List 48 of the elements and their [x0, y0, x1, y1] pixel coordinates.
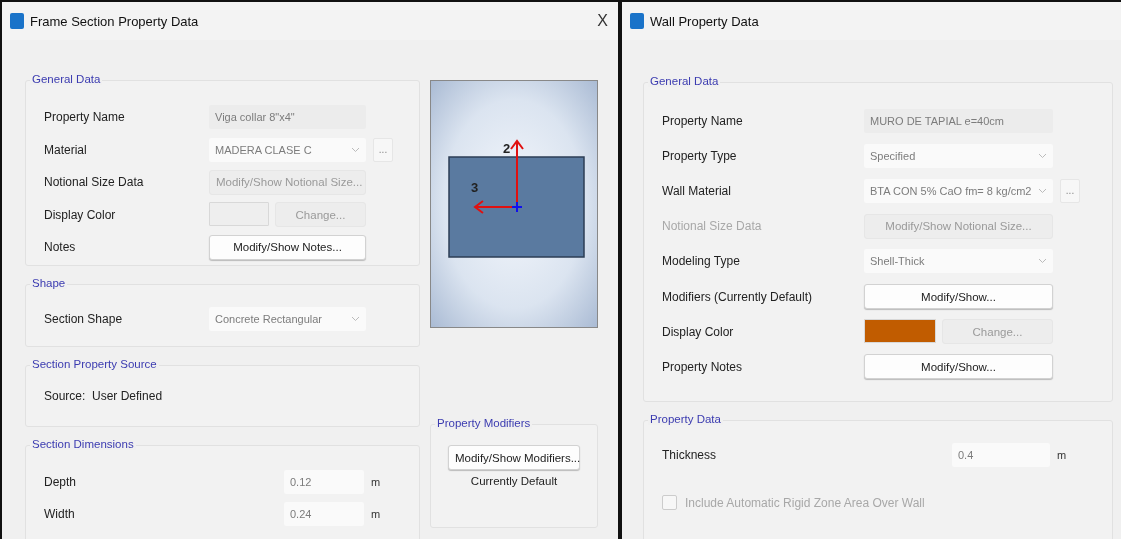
- window-title: Wall Property Data: [650, 13, 760, 29]
- field-label: Depth: [44, 475, 78, 489]
- unit-label: m: [371, 508, 381, 520]
- field-label: Property Name: [662, 113, 744, 128]
- field-label: Notes: [44, 240, 77, 255]
- field-label: Section Shape: [44, 312, 124, 326]
- modify-button[interactable]: Modify/Show Notes...: [209, 234, 366, 260]
- field-label: Modifiers (Currently Default): [662, 289, 814, 304]
- value-field[interactable]: 0.4: [952, 443, 1050, 467]
- group-title: Property Modifiers: [435, 417, 533, 429]
- source-text: Source: User Defined: [44, 389, 163, 403]
- status-text: Currently Default: [470, 475, 558, 487]
- group-title: General Data: [30, 73, 103, 85]
- modify-modifiers-button[interactable]: Modify/Show Modifiers...: [448, 445, 580, 470]
- field-label: Display Color: [662, 324, 735, 339]
- chevron-icon: [1038, 187, 1047, 194]
- field-label: Property Notes: [662, 359, 744, 374]
- field-label: Thickness: [662, 448, 718, 462]
- modify-button[interactable]: Modify/Show...: [864, 284, 1053, 310]
- field-label: Property Name: [44, 110, 126, 125]
- modify-button[interactable]: Modify/Show...: [864, 354, 1053, 380]
- field-label: Notional Size Data: [662, 219, 763, 234]
- chevron-icon: [1038, 258, 1047, 265]
- group-title: Shape: [30, 277, 68, 289]
- chevron-icon: [1038, 152, 1047, 159]
- window-title: Frame Section Property Data: [30, 13, 200, 29]
- group-title: Property Data: [648, 413, 723, 425]
- field-label: Property Type: [662, 148, 738, 163]
- close-button[interactable]: X: [595, 12, 610, 30]
- section-drawing: 2 3: [448, 139, 585, 258]
- chevron-icon: [351, 146, 360, 153]
- field-label: Wall Material: [662, 183, 732, 198]
- group-title: Section Dimensions: [30, 438, 136, 450]
- value-field[interactable]: 0.24: [284, 502, 364, 526]
- unit-label: m: [1057, 449, 1067, 461]
- field-label: Notional Size Data: [44, 175, 145, 190]
- group-title: Section Property Source: [30, 358, 159, 370]
- field-label: Material: [44, 142, 88, 157]
- checkbox-label: Include Automatic Rigid Zone Area Over Wall: [685, 495, 925, 510]
- chevron-icon: [351, 316, 360, 322]
- unit-label: m: [371, 476, 381, 488]
- group-title: General Data: [648, 75, 721, 87]
- value-field[interactable]: 0.12: [284, 470, 364, 494]
- field-label: Display Color: [44, 207, 117, 222]
- app-icon: [630, 13, 644, 29]
- app-icon: [10, 13, 24, 29]
- field-label: Modeling Type: [662, 254, 741, 269]
- field-label: Width: [44, 507, 76, 521]
